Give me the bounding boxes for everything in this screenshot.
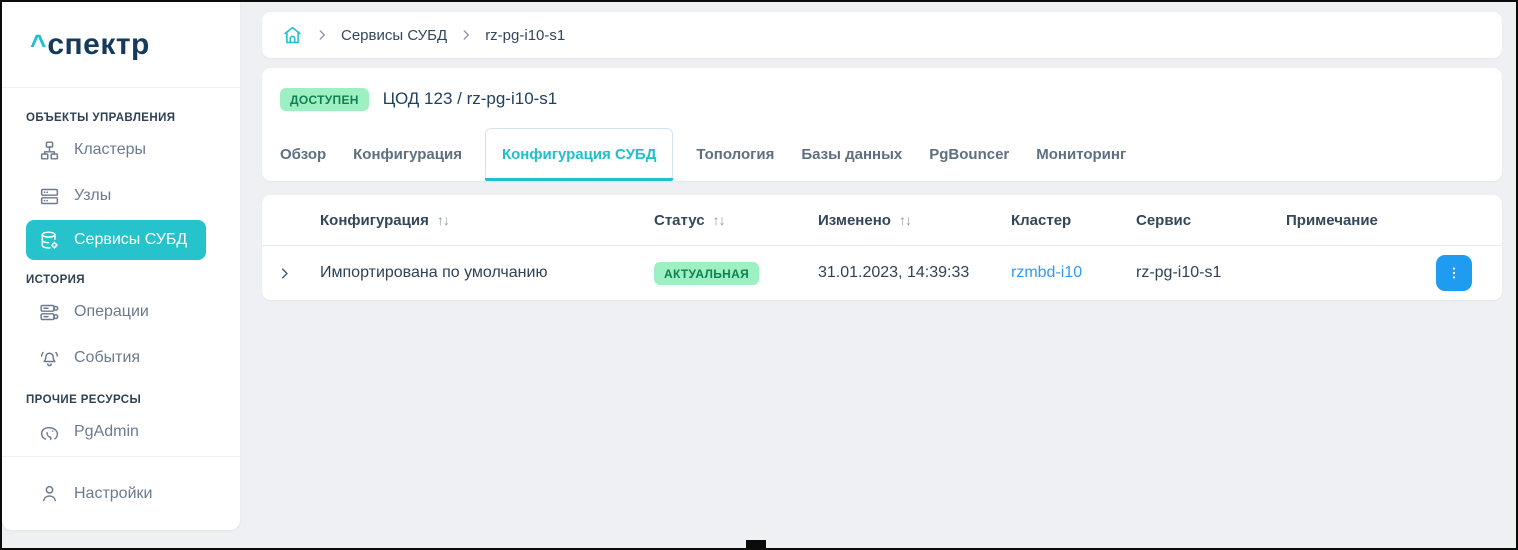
pgadmin-elephant-icon bbox=[38, 421, 60, 443]
sort-icon[interactable]: ↑↓ bbox=[437, 212, 449, 228]
column-header-cluster: Кластер bbox=[1009, 212, 1134, 229]
sidebar-footer: Настройки bbox=[2, 456, 240, 530]
sidebar-item-pgadmin[interactable]: PgAdmin bbox=[26, 410, 218, 454]
sidebar-item-events[interactable]: События bbox=[26, 336, 218, 380]
section-other-resources: ПРОЧИЕ РЕСУРСЫ bbox=[26, 394, 218, 406]
chevron-right-icon bbox=[315, 28, 329, 42]
dbms-services-icon bbox=[38, 229, 60, 251]
column-label: Кластер bbox=[1011, 212, 1071, 229]
nodes-icon bbox=[38, 185, 60, 207]
sidebar-item-clusters[interactable]: Кластеры bbox=[26, 128, 218, 172]
column-label: Изменено bbox=[818, 212, 891, 229]
tab-pgbouncer[interactable]: PgBouncer bbox=[929, 128, 1009, 181]
sidebar-item-label: Настройки bbox=[74, 485, 152, 503]
service-title: ЦОД 123 / rz-pg-i10-s1 bbox=[383, 89, 558, 109]
sidebar-item-label: PgAdmin bbox=[74, 423, 139, 441]
sidebar: ^ спектр ОБЪЕКТЫ УПРАВЛЕНИЯ Кластеры bbox=[2, 2, 240, 530]
service-card: ДОСТУПЕН ЦОД 123 / rz-pg-i10-s1 Обзор Ко… bbox=[262, 68, 1502, 181]
operations-icon bbox=[38, 301, 60, 323]
sidebar-item-nodes[interactable]: Узлы bbox=[26, 174, 218, 218]
sort-icon[interactable]: ↑↓ bbox=[713, 212, 725, 228]
status-badge: АКТУАЛЬНАЯ bbox=[654, 262, 759, 285]
app-logo[interactable]: ^ спектр bbox=[2, 2, 240, 88]
sidebar-item-label: Кластеры bbox=[74, 141, 146, 159]
cell-service: rz-pg-i10-s1 bbox=[1134, 264, 1284, 282]
row-expand-chevron-icon[interactable] bbox=[262, 266, 306, 281]
sidebar-item-settings[interactable]: Настройки bbox=[38, 483, 152, 505]
chevron-right-icon bbox=[459, 28, 473, 42]
sidebar-item-label: Узлы bbox=[74, 187, 111, 205]
sidebar-item-label: Операции bbox=[74, 303, 149, 321]
sidebar-item-operations[interactable]: Операции bbox=[26, 290, 218, 334]
cluster-link[interactable]: rzmbd-i10 bbox=[1011, 264, 1082, 282]
column-header-modified[interactable]: Изменено ↑↓ bbox=[816, 212, 1009, 229]
tab-configuration[interactable]: Конфигурация bbox=[353, 128, 462, 181]
cell-cluster: rzmbd-i10 bbox=[1009, 264, 1134, 282]
column-header-service: Сервис bbox=[1134, 212, 1284, 229]
tab-dbms-configuration[interactable]: Конфигурация СУБД bbox=[485, 128, 673, 181]
status-badge: ДОСТУПЕН bbox=[280, 88, 369, 111]
column-label: Статус bbox=[654, 212, 705, 229]
events-bell-icon bbox=[38, 347, 60, 369]
section-history: ИСТОРИЯ bbox=[26, 274, 218, 286]
breadcrumb-item-current: rz-pg-i10-s1 bbox=[485, 27, 565, 44]
bottom-notch bbox=[746, 540, 766, 550]
cell-actions bbox=[1436, 255, 1502, 291]
configurations-table: Конфигурация ↑↓ Статус ↑↓ Изменено ↑↓ Кл… bbox=[262, 195, 1502, 300]
main-content: Сервисы СУБД rz-pg-i10-s1 ДОСТУПЕН ЦОД 1… bbox=[240, 0, 1518, 550]
tab-bar: Обзор Конфигурация Конфигурация СУБД Топ… bbox=[262, 128, 1502, 181]
home-icon[interactable] bbox=[282, 25, 303, 46]
column-header-note: Примечание bbox=[1284, 212, 1436, 229]
breadcrumb-item-services[interactable]: Сервисы СУБД bbox=[341, 27, 447, 44]
clusters-icon bbox=[38, 139, 60, 161]
breadcrumb: Сервисы СУБД rz-pg-i10-s1 bbox=[262, 12, 1502, 58]
tab-databases[interactable]: Базы данных bbox=[801, 128, 902, 181]
sidebar-item-dbms-services[interactable]: Сервисы СУБД bbox=[26, 220, 206, 260]
cell-status: АКТУАЛЬНАЯ bbox=[646, 262, 816, 285]
row-actions-button[interactable] bbox=[1436, 255, 1472, 291]
sidebar-item-label: Сервисы СУБД bbox=[74, 231, 187, 249]
column-label: Сервис bbox=[1136, 212, 1191, 229]
column-label: Конфигурация bbox=[320, 212, 429, 229]
column-label: Примечание bbox=[1286, 212, 1378, 229]
table-row: Импортирована по умолчанию АКТУАЛЬНАЯ 31… bbox=[262, 246, 1502, 300]
column-header-status[interactable]: Статус ↑↓ bbox=[646, 212, 816, 229]
sidebar-nav: ОБЪЕКТЫ УПРАВЛЕНИЯ Кластеры bbox=[2, 88, 240, 454]
cell-modified: 31.01.2023, 14:39:33 bbox=[816, 264, 1009, 282]
kebab-menu-icon bbox=[1446, 265, 1462, 281]
sidebar-item-label: События bbox=[74, 349, 140, 367]
tab-overview[interactable]: Обзор bbox=[280, 128, 326, 181]
logo-text: спектр bbox=[47, 28, 150, 62]
tab-monitoring[interactable]: Мониторинг bbox=[1036, 128, 1126, 181]
logo-caret-icon: ^ bbox=[30, 29, 46, 61]
tab-topology[interactable]: Топология bbox=[696, 128, 774, 181]
column-header-configuration[interactable]: Конфигурация ↑↓ bbox=[306, 212, 646, 229]
table-header-row: Конфигурация ↑↓ Статус ↑↓ Изменено ↑↓ Кл… bbox=[262, 195, 1502, 246]
user-icon bbox=[38, 483, 60, 505]
sort-icon[interactable]: ↑↓ bbox=[899, 212, 911, 228]
section-management-objects: ОБЪЕКТЫ УПРАВЛЕНИЯ bbox=[26, 112, 218, 124]
cell-configuration: Импортирована по умолчанию bbox=[306, 264, 646, 282]
